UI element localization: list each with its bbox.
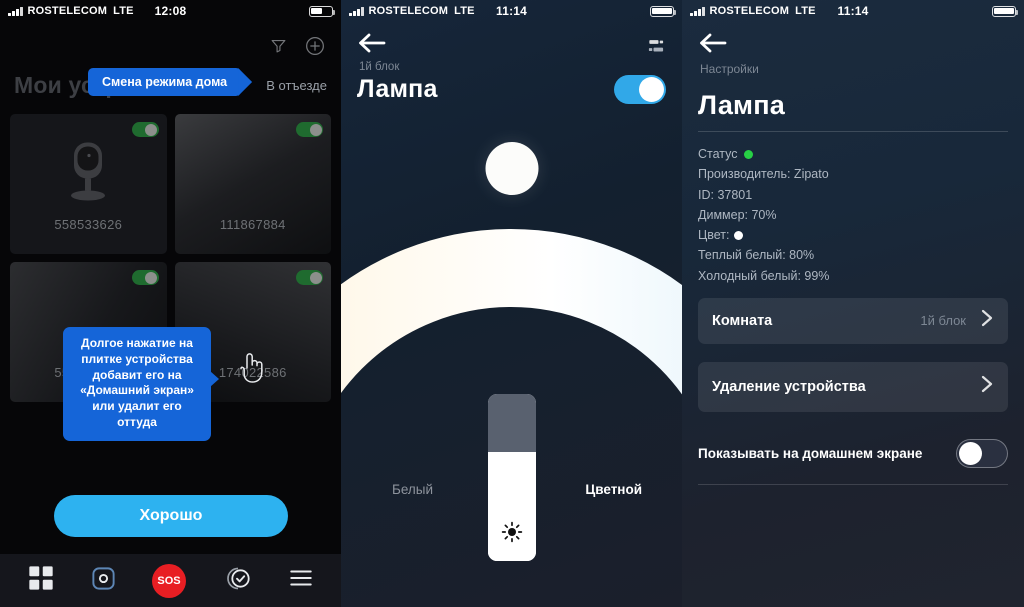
color-indicator-white-dot — [734, 230, 744, 240]
add-device-icon[interactable] — [305, 36, 325, 61]
nav-row: Настройки — [698, 22, 1008, 76]
color-temperature-wheel[interactable] — [341, 128, 682, 428]
room-row-label: Комната — [712, 312, 773, 329]
tab-menu[interactable] — [288, 565, 314, 596]
device-tile[interactable]: 111867884 — [174, 114, 331, 254]
info-label: Теплый белый: 80% — [698, 248, 815, 263]
room-row-value: 1й блок — [920, 313, 966, 329]
battery-icon — [309, 5, 336, 17]
info-label: Цвет: — [698, 228, 730, 242]
tab-cameras[interactable] — [90, 565, 117, 597]
settings-sliders-icon[interactable] — [646, 36, 666, 61]
breadcrumb[interactable]: 1й блок — [357, 61, 399, 73]
mode-change-badge[interactable]: Смена режима дома — [88, 68, 242, 96]
info-row-status: Статус — [698, 144, 1008, 164]
power-toggle[interactable] — [614, 75, 666, 104]
tab-sos[interactable]: SOS — [151, 563, 186, 598]
bottom-tab-bar: SOS — [0, 554, 341, 607]
screen-my-devices: ROSTELECOM LTE 12:08 Мои устройства Смен… — [0, 0, 341, 607]
brightness-slider[interactable] — [487, 394, 536, 561]
sos-label: SOS — [157, 574, 181, 587]
clock-label: 11:14 — [837, 4, 869, 18]
info-row-manufacturer: Производитель: Zipato — [698, 164, 1008, 184]
info-label: Диммер: 70% — [698, 207, 777, 222]
info-label: Статус — [698, 147, 738, 161]
device-tile-label: 111867884 — [219, 217, 286, 232]
onboarding-tooltip: Долгое нажатие на плитке устройства доба… — [63, 327, 219, 441]
clock-label: 12:08 — [154, 4, 187, 18]
device-toggle[interactable] — [296, 122, 323, 137]
tab-devices[interactable] — [27, 564, 55, 597]
away-mode-label[interactable]: В отъезде — [266, 78, 327, 93]
info-label: Производитель: Zipato — [698, 167, 829, 182]
three-screenshot-strip: ROSTELECOM LTE 12:08 Мои устройства Смен… — [0, 0, 1024, 607]
filter-icon[interactable] — [270, 37, 287, 59]
info-label: ID: 37801 — [698, 187, 753, 202]
status-bar-2: ROSTELECOM LTE 11:14 — [341, 0, 682, 22]
lamp-control-content: ROSTELECOM LTE 11:14 1й блок Лампа — [341, 0, 682, 104]
info-label: Холодный белый: 99% — [698, 268, 830, 283]
slider-track-empty — [487, 394, 536, 453]
device-tile-label: 558533626 — [54, 217, 123, 232]
screen-lamp-control: ROSTELECOM LTE 11:14 1й блок Лампа Белый… — [341, 0, 682, 607]
show-on-home-screen-label: Показывать на домашнем экране — [698, 446, 923, 462]
mode-color-label[interactable]: Цветной — [585, 482, 642, 497]
header-actions — [0, 22, 341, 62]
clock-label: 11:14 — [495, 4, 528, 18]
camera-icon — [65, 139, 111, 218]
brightness-sun-icon — [500, 520, 524, 549]
page-title: Лампа — [357, 75, 438, 103]
divider — [698, 483, 1008, 485]
ok-button[interactable]: Хорошо — [54, 495, 288, 537]
hand-pointer-icon — [238, 350, 264, 389]
delete-device-label: Удаление устройства — [712, 378, 866, 395]
device-info-list: Статус Производитель: Zipato ID: 37801 Д… — [698, 144, 1008, 286]
title-row: Лампа — [341, 73, 682, 104]
back-arrow-icon[interactable] — [698, 33, 728, 58]
device-toggle[interactable] — [131, 270, 159, 285]
mode-white-label[interactable]: Белый — [392, 482, 433, 497]
device-toggle[interactable] — [131, 122, 159, 137]
slider-track-filled — [487, 452, 536, 561]
chevron-right-icon — [980, 308, 994, 333]
show-on-home-screen-toggle[interactable] — [956, 439, 1008, 469]
device-tile[interactable]: 558533626 — [10, 114, 167, 254]
tab-scenarios[interactable] — [221, 565, 253, 597]
page-title: Лампа — [698, 90, 785, 120]
info-row-cold-white: Холодный белый: 99% — [698, 266, 1008, 286]
battery-icon — [992, 5, 1019, 17]
divider — [698, 131, 1008, 132]
info-row-warm-white: Теплый белый: 80% — [698, 245, 1008, 265]
status-indicator-green-dot — [743, 149, 753, 159]
back-arrow-icon[interactable] — [357, 33, 387, 58]
wheel-handle[interactable] — [485, 142, 538, 195]
info-row-color: Цвет: — [698, 225, 1008, 245]
status-bar-3: ROSTELECOM LTE 11:14 — [682, 0, 1024, 22]
status-bar-1: ROSTELECOM LTE 12:08 — [0, 0, 341, 22]
screen-lamp-settings: ROSTELECOM LTE 11:14 Настройки Лампа Ста… — [682, 0, 1024, 607]
chevron-right-icon — [980, 374, 994, 399]
device-toggle[interactable] — [296, 270, 323, 285]
info-row-dimmer: Диммер: 70% — [698, 205, 1008, 225]
page-heading-row: Мои устройства Смена режима дома В отъез… — [0, 62, 341, 108]
info-row-id: ID: 37801 — [698, 185, 1008, 205]
room-row[interactable]: Комната 1й блок — [698, 297, 1008, 344]
settings-content: Настройки Лампа Статус Производитель: Zi… — [682, 22, 1024, 485]
show-on-home-screen-row[interactable]: Показывать на домашнем экране — [698, 436, 1008, 472]
battery-icon — [650, 5, 677, 17]
delete-device-row[interactable]: Удаление устройства — [698, 361, 1008, 412]
breadcrumb[interactable]: Настройки — [698, 62, 1008, 76]
nav-row: 1й блок — [341, 22, 682, 73]
